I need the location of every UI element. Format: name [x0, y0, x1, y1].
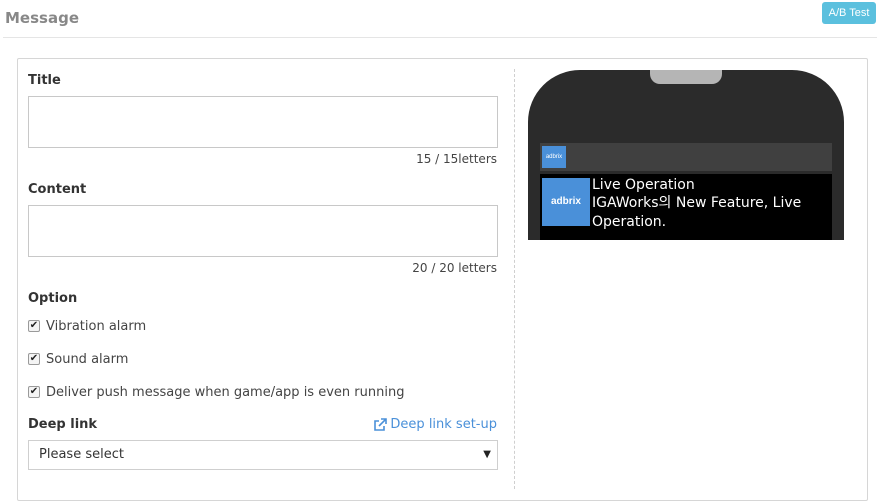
deliver-running-checkbox[interactable]: ✔ — [28, 386, 40, 398]
sound-alarm-label: Sound alarm — [46, 351, 129, 367]
deeplink-select[interactable]: Please select ▼ — [28, 440, 498, 470]
caret-down-icon: ▼ — [483, 449, 491, 460]
title-input[interactable] — [28, 96, 498, 148]
content-label: Content — [28, 182, 87, 197]
push-notification: adbrix Live Operation IGAWorks의 New Feat… — [540, 174, 832, 240]
phone-speaker — [650, 70, 722, 84]
header-divider — [3, 37, 877, 38]
panel-divider — [514, 69, 515, 489]
sound-alarm-checkbox[interactable]: ✔ — [28, 353, 40, 365]
status-app-logo: adbrix — [542, 146, 566, 168]
page-title: Message — [5, 9, 79, 27]
deeplink-label: Deep link — [28, 417, 98, 432]
message-panel: Title 15 / 15letters Content 20 / 20 let… — [17, 58, 868, 501]
vibration-alarm-option[interactable]: ✔ Vibration alarm — [28, 318, 146, 334]
sound-alarm-option[interactable]: ✔ Sound alarm — [28, 351, 128, 367]
content-input[interactable] — [28, 205, 498, 257]
deeplink-setup-text[interactable]: Deep link set-up — [390, 417, 497, 432]
external-link-icon — [374, 417, 388, 431]
vibration-alarm-label: Vibration alarm — [46, 318, 147, 334]
notification-title: Live Operation — [592, 177, 695, 193]
title-counter: 15 / 15letters — [416, 152, 497, 166]
notification-text: IGAWorks의 New Feature, Live Operation. — [592, 195, 802, 230]
deliver-running-label: Deliver push message when game/app is ev… — [46, 384, 405, 400]
option-label: Option — [28, 291, 78, 306]
content-counter: 20 / 20 letters — [412, 261, 497, 275]
vibration-alarm-checkbox[interactable]: ✔ — [28, 320, 40, 332]
ab-test-button[interactable]: A/B Test — [822, 2, 876, 24]
deliver-running-option[interactable]: ✔ Deliver push message when game/app is … — [28, 384, 404, 400]
phone-status-bar: adbrix — [540, 143, 832, 171]
phone-preview: adbrix adbrix Live Operation IGAWorks의 N… — [528, 70, 844, 240]
deeplink-select-value: Please select — [39, 447, 124, 462]
title-label: Title — [28, 73, 61, 88]
notification-app-logo: adbrix — [542, 178, 590, 226]
deeplink-setup-link[interactable]: Deep link set-up — [373, 417, 497, 432]
